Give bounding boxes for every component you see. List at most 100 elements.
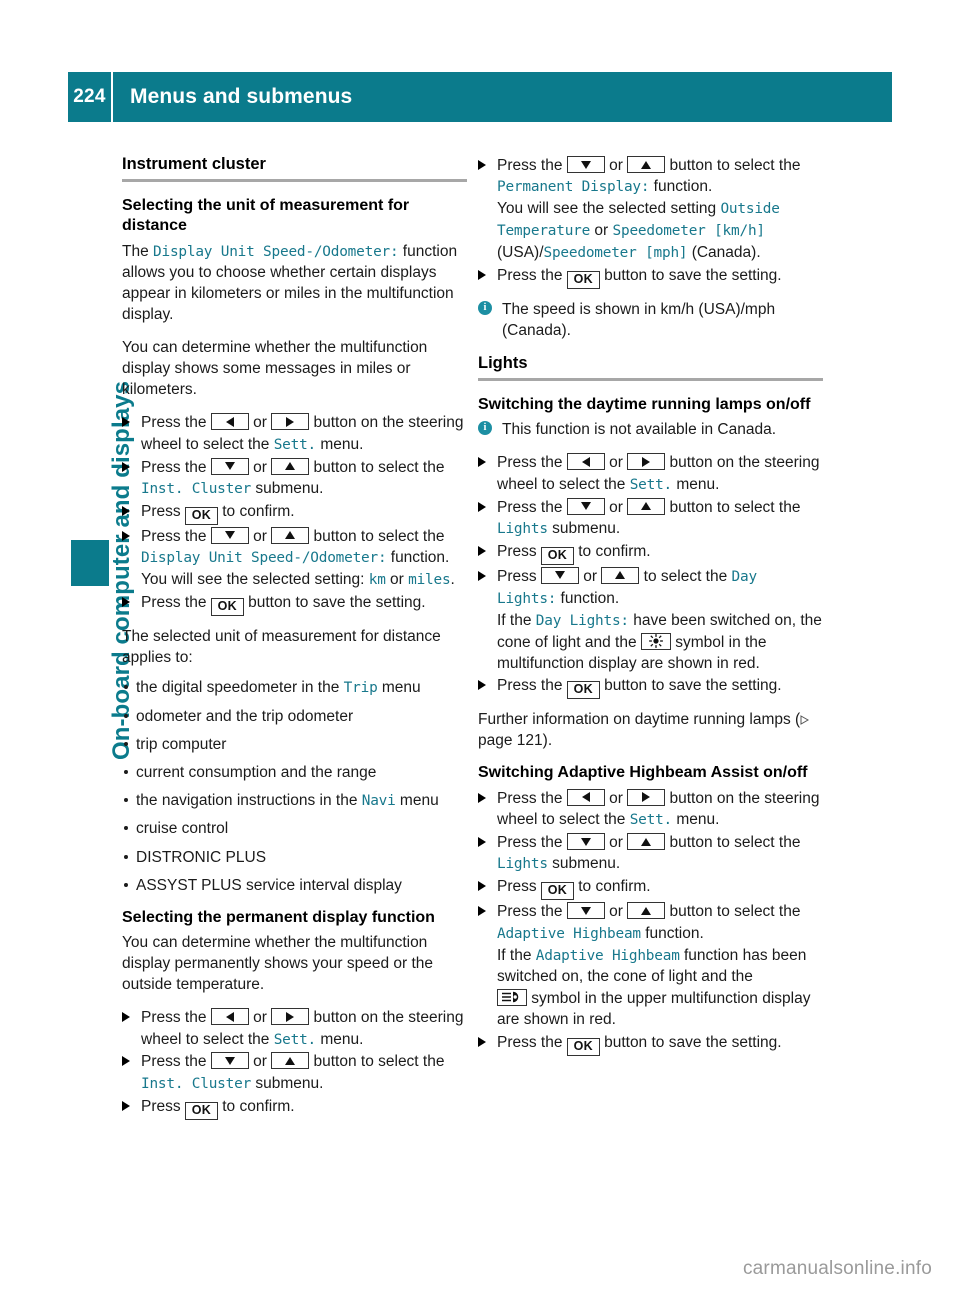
text-frag: Press <box>497 542 541 560</box>
section-rule <box>478 377 823 381</box>
text-frag: button to save the setting. <box>243 594 426 612</box>
paragraph-display-unit-intro: The Display Unit Speed-/Odometer: functi… <box>122 241 467 326</box>
text-frag: The <box>122 242 154 260</box>
text-frag: button to select the <box>665 498 801 516</box>
info-note-speed-units: i The speed is shown in km/h (USA)/mph (C… <box>478 299 823 342</box>
text-frag: Press the <box>141 1053 211 1071</box>
list-item: the navigation instructions in the Navi … <box>122 790 467 812</box>
down-arrow-button-icon <box>210 457 249 475</box>
left-column: Instrument cluster Selecting the unit of… <box>122 155 467 1130</box>
text-frag: function. <box>640 924 704 942</box>
text-frag: Press the <box>497 834 567 852</box>
subheading-permanent-display: Selecting the permanent display function <box>122 908 435 926</box>
text-frag: to confirm. <box>217 502 295 520</box>
step-arrow-icon <box>478 545 486 556</box>
text-frag: or <box>248 414 272 432</box>
text-frag: or <box>604 498 628 516</box>
text-frag: Press <box>497 567 541 585</box>
up-arrow-button-icon <box>627 156 666 173</box>
page-reference-triangle-icon <box>800 715 810 726</box>
list-item: ASSYST PLUS service interval display <box>122 875 467 896</box>
subheading-daytime-running-lamps: Switching the daytime running lamps on/o… <box>478 395 811 413</box>
menu-name-sett: Sett. <box>629 812 673 829</box>
bullet-dot-icon <box>124 826 128 831</box>
down-arrow-button-icon <box>566 156 605 173</box>
up-arrow-button-icon <box>271 1052 310 1070</box>
step-list-unit-measurement: Press the or button on the steering whee… <box>122 412 467 617</box>
text-frag: button to save the setting. <box>599 266 782 284</box>
step-arrow-icon <box>478 269 486 280</box>
text-frag: You will see the selected setting <box>497 200 721 218</box>
menu-name-inst-cluster: Inst. Cluster <box>141 481 252 498</box>
paragraph-further-info: Further information on daytime running l… <box>478 709 823 751</box>
info-note-canada: i This function is not available in Canad… <box>478 419 823 440</box>
ok-button-icon: OK <box>566 270 600 289</box>
text-frag: or <box>248 527 272 545</box>
text-frag: button to select the <box>665 834 801 852</box>
left-arrow-button-icon <box>566 453 605 471</box>
text-frag: menu <box>395 791 439 809</box>
text-frag: Press the <box>497 266 567 284</box>
bullet-dot-icon <box>124 882 128 887</box>
bullet-dot-icon <box>124 769 128 774</box>
left-arrow-button-icon <box>566 788 605 806</box>
step-arrow-icon <box>478 881 486 892</box>
menu-name-permanent-display: Permanent Display: <box>497 179 650 196</box>
step-item: Press the or button to select the Lights… <box>478 832 823 875</box>
text-frag: button to save the setting. <box>599 1033 782 1051</box>
text-frag: If the <box>497 611 536 629</box>
step-item: Press OK to confirm. <box>122 1096 467 1120</box>
ok-button-icon: OK <box>210 598 244 617</box>
text-frag: ). <box>542 732 553 750</box>
text-frag: button to select the <box>665 157 801 174</box>
subheading-unit-of-measurement: Selecting the unit of measurement for di… <box>122 197 410 235</box>
down-arrow-button-icon <box>210 1052 249 1070</box>
step-item: Press the OK button to save the setting. <box>122 592 467 617</box>
step-item: Press the or button on the steering whee… <box>122 1007 467 1050</box>
page-number: 224 <box>73 86 106 107</box>
step-item: Press or to select the Day Lights: funct… <box>478 566 823 674</box>
menu-path-display-unit: Display Unit Speed-/Odometer: <box>153 243 399 260</box>
step-arrow-icon <box>478 457 486 468</box>
step-item: Press OK to confirm. <box>122 501 467 525</box>
text-frag: or <box>248 1053 272 1071</box>
text-frag: Press <box>497 878 541 896</box>
text-frag: button to save the setting. <box>599 677 782 695</box>
menu-name-sett: Sett. <box>273 436 317 453</box>
right-arrow-button-icon <box>627 788 666 806</box>
text-frag: cruise control <box>136 820 229 838</box>
page-title: Menus and submenus <box>130 85 353 108</box>
text-frag: Press the <box>141 414 211 432</box>
text-frag: ASSYST PLUS service interval display <box>136 876 402 894</box>
up-arrow-button-icon <box>601 566 640 584</box>
list-item: the digital speedometer in the Trip menu <box>122 677 467 699</box>
text-frag: to confirm. <box>573 878 651 896</box>
text-frag: or <box>604 789 628 807</box>
step-item: Press the or button to select the Lights… <box>478 497 823 540</box>
text-frag: menu. <box>316 435 364 453</box>
text-frag: Press the <box>141 1009 211 1027</box>
text-frag: odometer and the trip odometer <box>136 707 354 725</box>
list-item: DISTRONIC PLUS <box>122 847 467 868</box>
up-arrow-button-icon <box>271 526 310 544</box>
text-frag: function. <box>556 589 620 607</box>
menu-name-trip: Trip <box>343 680 378 697</box>
right-arrow-button-icon <box>271 1008 310 1026</box>
text-frag: Press the <box>141 527 211 545</box>
text-frag: menu. <box>672 811 720 829</box>
step-item: Press the or button on the steering whee… <box>122 412 467 455</box>
text-frag: Press <box>141 502 185 520</box>
list-item: cruise control <box>122 818 467 839</box>
value-speedometer-mph: Speedometer [mph] <box>543 245 688 261</box>
step-item: Press the or button to select the Displa… <box>122 526 467 591</box>
step-arrow-icon <box>122 597 130 608</box>
text-frag: Press the <box>141 594 211 612</box>
step-item: Press the or button to select the Inst. … <box>122 1051 467 1094</box>
menu-name-navi: Navi <box>361 792 396 809</box>
down-arrow-button-icon <box>566 902 605 920</box>
down-arrow-button-icon <box>540 566 579 584</box>
step-item: Press the or button to select the Perman… <box>478 155 823 264</box>
applies-to-list: the digital speedometer in the Trip menu… <box>122 677 467 896</box>
section-rule <box>122 179 467 182</box>
subheading-adaptive-highbeam: Switching Adaptive Highbeam Assist on/of… <box>478 764 808 782</box>
